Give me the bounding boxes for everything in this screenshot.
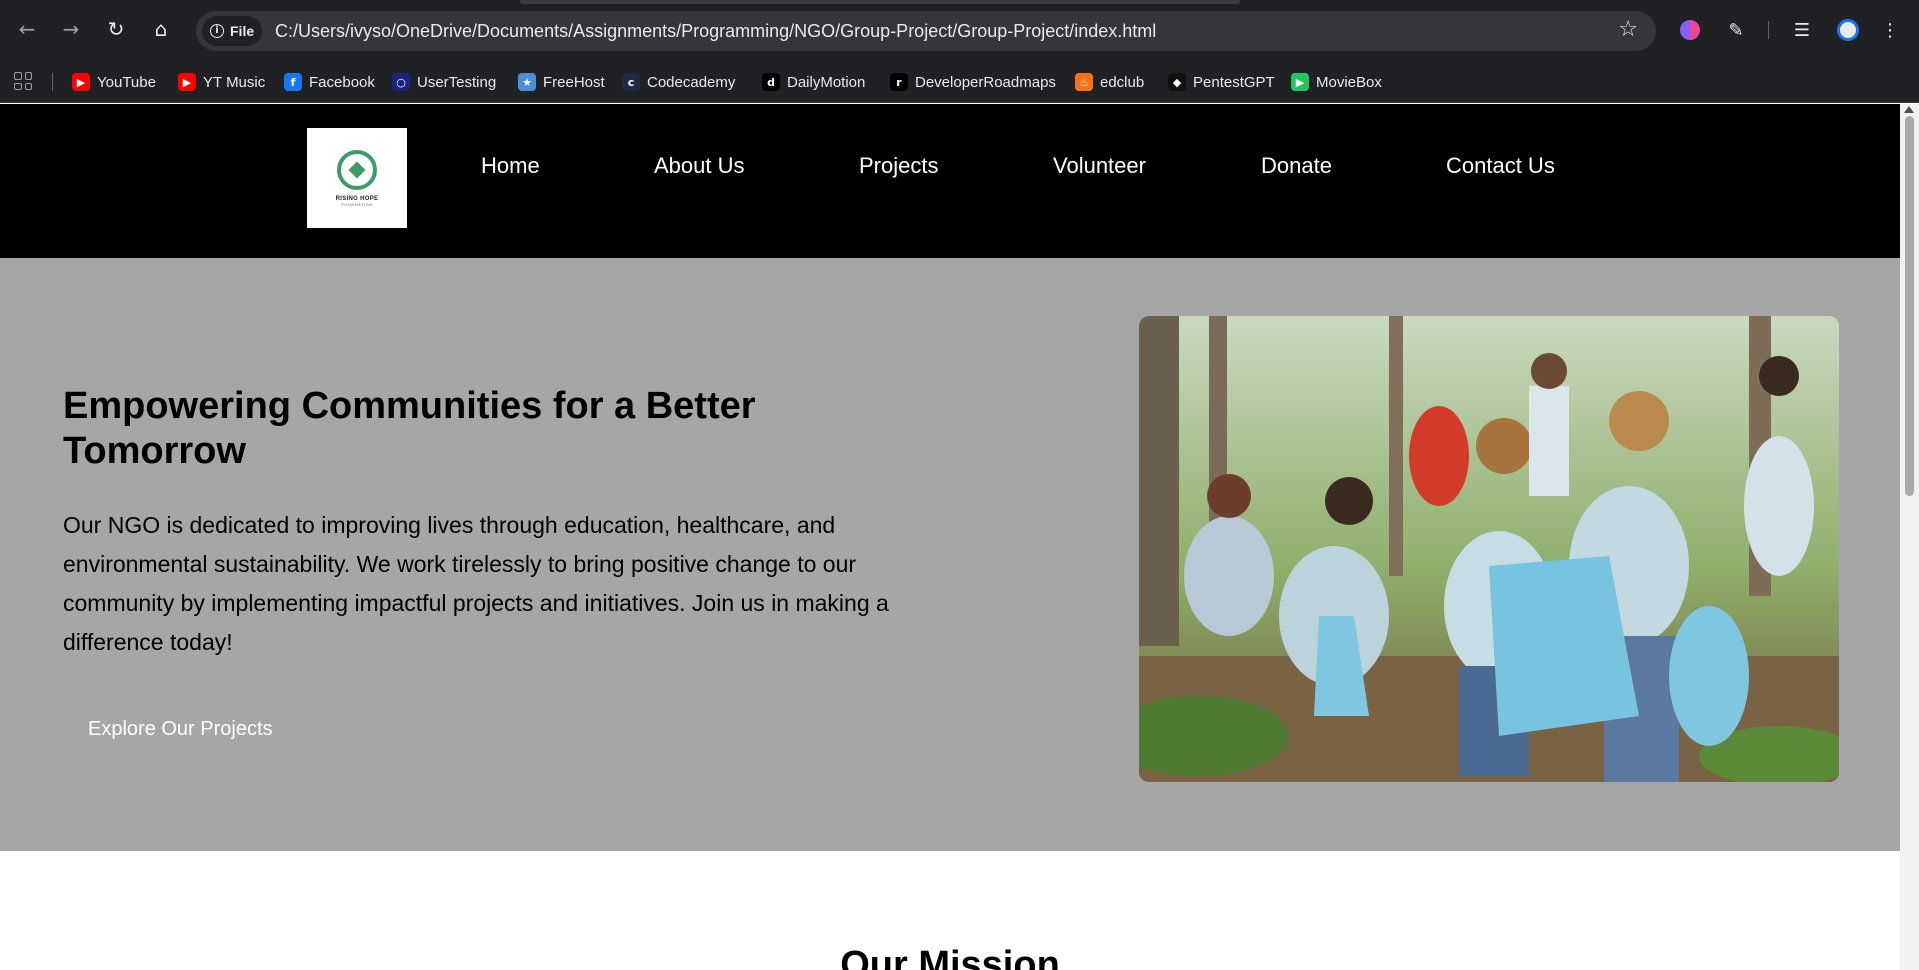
site-chip-label: File	[230, 23, 255, 39]
bookmark-item[interactable]: ○ UserTesting	[392, 70, 496, 94]
bookmark-item[interactable]: ▶ YT Music	[178, 70, 265, 94]
bookmarks-divider	[52, 73, 53, 91]
bookmark-star-icon[interactable]: ☆	[1618, 17, 1638, 42]
mission-heading: Our Mission	[840, 944, 1060, 970]
bookmark-item[interactable]: ▶ YouTube	[72, 70, 156, 94]
info-icon: i	[210, 24, 224, 38]
more-menu-icon[interactable]: ⋮	[1876, 16, 1904, 44]
nav-projects[interactable]: Projects	[859, 153, 938, 179]
nav-about-us[interactable]: About Us	[654, 153, 745, 179]
bookmark-label: Facebook	[309, 73, 375, 91]
codecademy-icon: c	[622, 73, 640, 91]
forward-icon[interactable]: →	[56, 14, 86, 44]
bookmark-label: edclub	[1100, 73, 1145, 91]
page-viewport: RISING HOPE FOUNDATION Home About Us Pro…	[0, 104, 1900, 970]
moviebox-icon: ▶	[1291, 73, 1309, 91]
edclub-icon: ♨	[1075, 73, 1093, 91]
bookmarks-bar: ▶ YouTube ▶ YT Music f Facebook ○ UserTesting ★ F…	[0, 60, 1919, 103]
bookmark-label: UserTesting	[417, 73, 497, 91]
nav-home[interactable]: Home	[481, 153, 540, 179]
reload-icon[interactable]: ↻	[101, 14, 131, 44]
site-info-chip[interactable]: i File	[202, 16, 262, 46]
pentestgpt-icon: ◆	[1168, 73, 1186, 91]
address-bar[interactable]: i File C:/Users/ivyso/OneDrive/Documents…	[196, 11, 1656, 51]
toolbar-divider	[1768, 21, 1769, 39]
bookmark-item[interactable]: ◆ PentestGPT	[1168, 70, 1275, 94]
bookmark-label: MovieBox	[1316, 73, 1382, 91]
bookmark-item[interactable]: r DeveloperRoadmaps	[890, 70, 1056, 94]
facebook-icon: f	[284, 73, 302, 91]
hero-description: Our NGO is dedicated to improving lives …	[63, 512, 889, 655]
bookmark-label: YT Music	[203, 73, 266, 91]
logo-subtext: FOUNDATION	[341, 201, 373, 207]
media-queue-icon[interactable]: ☰	[1788, 16, 1816, 44]
home-icon[interactable]: ⌂	[146, 14, 176, 44]
bookmark-label: DeveloperRoadmaps	[915, 73, 1056, 91]
bookmark-item[interactable]: ▶ MovieBox	[1291, 70, 1382, 94]
roadmap-icon: r	[890, 73, 908, 91]
usertesting-icon: ○	[392, 73, 410, 91]
brain-extension-icon[interactable]	[1676, 16, 1704, 44]
bookmark-item[interactable]: ♨ edclub	[1075, 70, 1144, 94]
apps-grid-icon[interactable]	[14, 72, 32, 90]
bookmark-label: PentestGPT	[1193, 73, 1275, 91]
bookmark-item[interactable]: c Codecademy	[622, 70, 735, 94]
bookmark-label: Codecademy	[647, 73, 736, 91]
nav-volunteer[interactable]: Volunteer	[1053, 153, 1146, 179]
active-tab-edge	[520, 0, 1240, 4]
bookmark-label: FreeHost	[543, 73, 605, 91]
extensions-puzzle-icon[interactable]: ✎	[1722, 16, 1750, 44]
nav-donate[interactable]: Donate	[1261, 153, 1332, 179]
nav-contact-us[interactable]: Contact Us	[1446, 153, 1555, 179]
volunteers-photo	[1139, 316, 1839, 782]
bookmark-label: YouTube	[97, 73, 156, 91]
dailymotion-icon: d	[762, 73, 780, 91]
bookmark-item[interactable]: ★ FreeHost	[518, 70, 605, 94]
back-icon[interactable]: ←	[12, 14, 42, 44]
bookmark-item[interactable]: d DailyMotion	[762, 70, 865, 94]
scroll-thumb[interactable]	[1905, 116, 1914, 496]
site-logo[interactable]: RISING HOPE FOUNDATION	[307, 128, 407, 228]
page-scrollbar[interactable]	[1900, 104, 1919, 970]
youtube-icon: ▶	[72, 73, 90, 91]
bookmark-label: DailyMotion	[787, 73, 866, 91]
explore-projects-button[interactable]: Explore Our Projects	[63, 707, 298, 751]
site-header: RISING HOPE FOUNDATION Home About Us Pro…	[0, 104, 1900, 258]
scroll-up-arrow-icon[interactable]	[1904, 106, 1914, 113]
freehost-icon: ★	[518, 73, 536, 91]
profile-avatar-icon[interactable]	[1834, 16, 1862, 44]
url-text[interactable]: C:/Users/ivyso/OneDrive/Documents/Assign…	[275, 21, 1156, 42]
browser-toolbar: ← → ↻ ⌂ i File C:/Users/ivyso/OneDrive/D…	[0, 0, 1919, 60]
logo-emblem-icon	[337, 149, 377, 190]
yt-music-icon: ▶	[178, 73, 196, 91]
hero-title: Empowering Communities for a Better Tomo…	[63, 385, 756, 472]
bookmark-item[interactable]: f Facebook	[284, 70, 375, 94]
hero-section: Empowering Communities for a Better Tomo…	[0, 258, 1900, 851]
